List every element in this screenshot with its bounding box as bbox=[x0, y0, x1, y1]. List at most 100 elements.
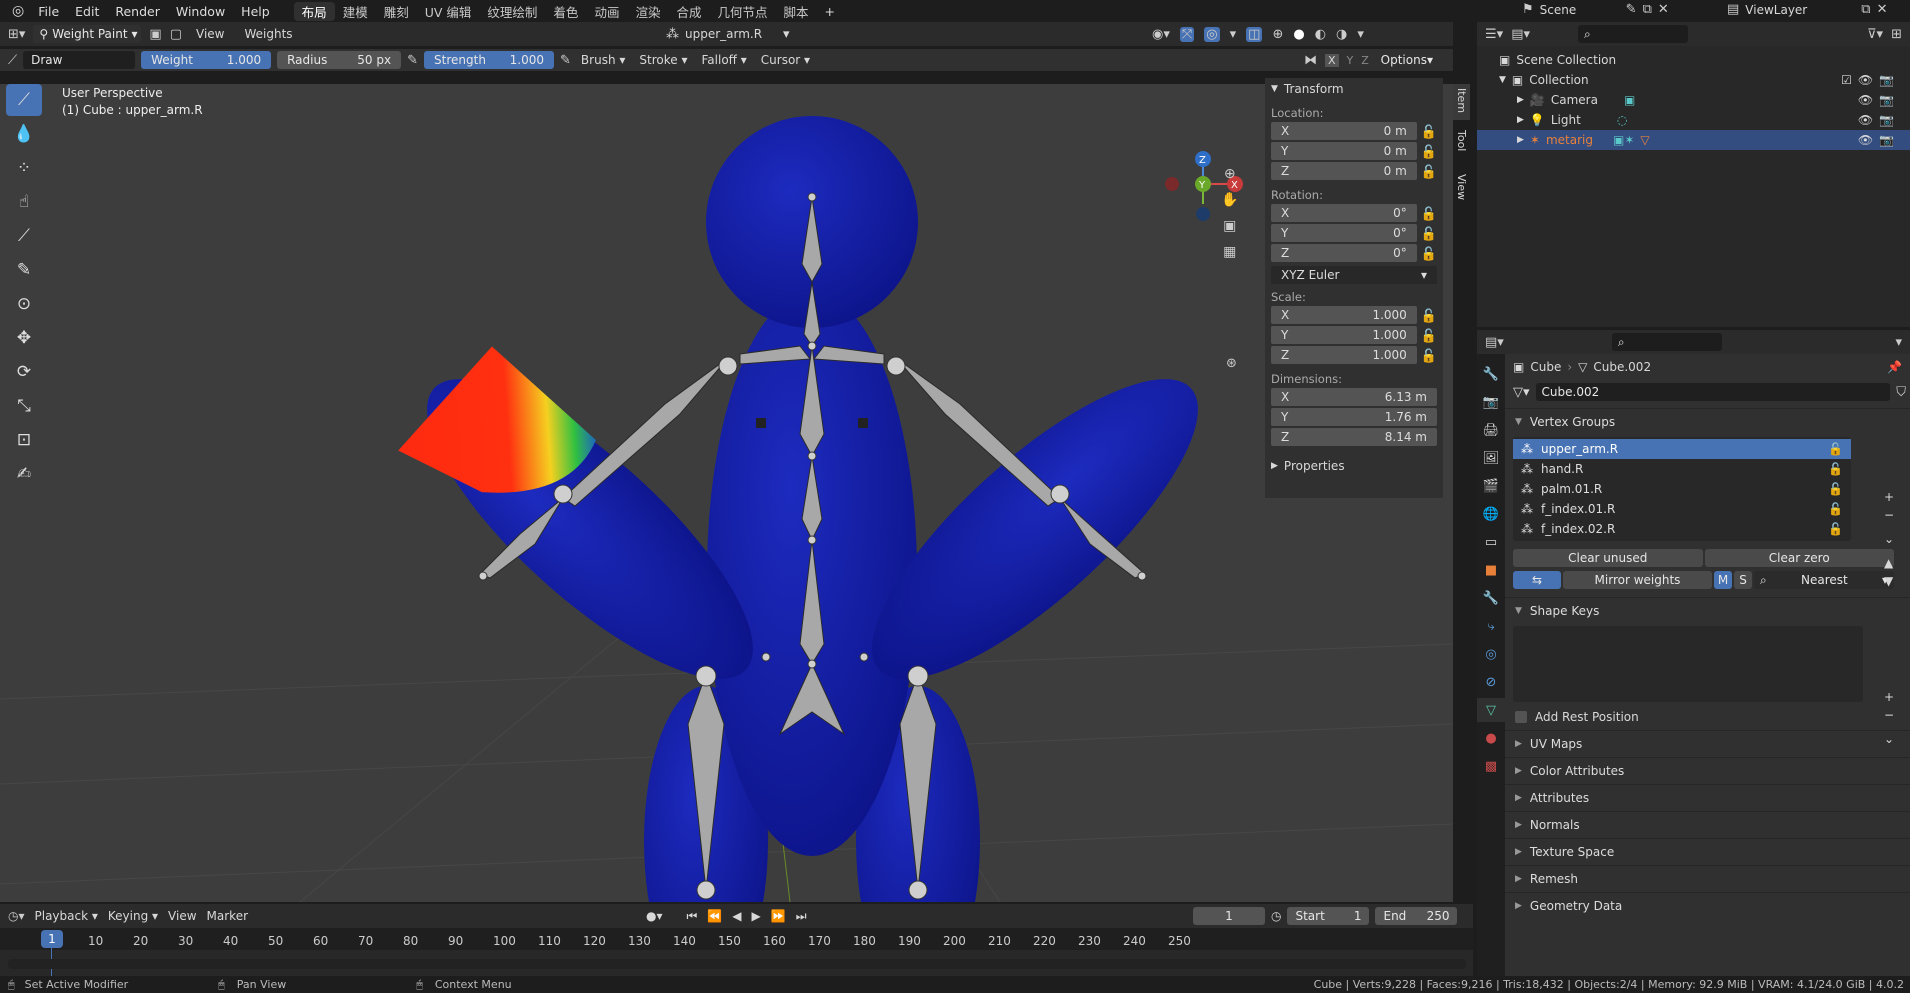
play-reverse-icon[interactable]: ◀ bbox=[732, 909, 741, 923]
chevron-down-icon[interactable]: ▾ bbox=[1895, 335, 1902, 350]
blender-logo-icon[interactable]: ◎ bbox=[6, 3, 30, 19]
scene-name[interactable]: Scene bbox=[1540, 3, 1620, 17]
menu-view[interactable]: View bbox=[190, 27, 230, 41]
pin-icon[interactable]: ✎ bbox=[1626, 2, 1637, 17]
geometry-data-section[interactable]: ▶ Geometry Data bbox=[1505, 892, 1910, 919]
tool-tab-icon[interactable]: 🔧 bbox=[1479, 362, 1503, 386]
display-mode-icon[interactable]: ▤▾ bbox=[1511, 27, 1530, 42]
tab-rendering[interactable]: 渲染 bbox=[627, 2, 668, 21]
lock-icon[interactable]: 🔓 bbox=[1421, 227, 1437, 242]
scene-icon[interactable]: ⚑ bbox=[1522, 2, 1534, 17]
constraints-tab-icon[interactable]: ⊘ bbox=[1479, 670, 1503, 694]
output-tab-icon[interactable]: 🖨 bbox=[1479, 418, 1503, 442]
outliner-metarig[interactable]: ▶ ✶ metarig ▣✶ ▽ 👁📷 bbox=[1477, 130, 1910, 150]
chevron-right-icon[interactable]: ▶ bbox=[1517, 135, 1524, 145]
timeline-editor-icon[interactable]: ◷▾ bbox=[8, 909, 25, 923]
draw-tool-icon[interactable]: ⟋ bbox=[6, 84, 42, 116]
blur-tool-icon[interactable]: 💧 bbox=[6, 118, 42, 150]
armature-data-icon[interactable]: ▣✶ bbox=[1613, 133, 1634, 147]
add-shape-key-icon[interactable]: + bbox=[1884, 690, 1894, 704]
color-attributes-section[interactable]: ▶ Color Attributes bbox=[1505, 757, 1910, 784]
mode-dropdown[interactable]: ⚲ Weight Paint ▾ bbox=[33, 25, 142, 43]
menu-help[interactable]: Help bbox=[233, 4, 278, 19]
physics-tab-icon[interactable]: ◎ bbox=[1479, 642, 1503, 666]
view-layer-name[interactable]: ViewLayer bbox=[1745, 3, 1855, 17]
camera-data-icon[interactable]: ▣ bbox=[1624, 93, 1635, 107]
remesh-section[interactable]: ▶ Remesh bbox=[1505, 865, 1910, 892]
rotate-tool-icon[interactable]: ⟳ bbox=[6, 356, 42, 388]
scale-y-field[interactable]: Y 1.000 bbox=[1271, 326, 1417, 344]
dimensions-x-field[interactable]: X 6.13 m bbox=[1271, 388, 1437, 406]
radius-field[interactable]: Radius 50 px bbox=[277, 51, 402, 69]
average-tool-icon[interactable]: ⁘ bbox=[6, 152, 42, 184]
lock-icon[interactable]: 🔓 bbox=[1421, 329, 1437, 344]
add-workspace-icon[interactable]: + bbox=[817, 4, 843, 19]
scene-tab-icon[interactable]: 🎬 bbox=[1479, 474, 1503, 498]
rotation-x-field[interactable]: X 0° bbox=[1271, 204, 1417, 222]
tab-tool[interactable]: Tool bbox=[1453, 126, 1470, 164]
mesh-data-browse-icon[interactable]: ▽▾ bbox=[1513, 385, 1530, 400]
tab-shading[interactable]: 着色 bbox=[545, 2, 586, 21]
pressure-icon[interactable]: ✎ bbox=[560, 53, 571, 68]
outliner-light[interactable]: ▶ 💡 Light ◌ 👁📷 bbox=[1477, 110, 1910, 130]
shape-key-list[interactable] bbox=[1513, 626, 1863, 702]
lock-icon[interactable]: 🔓 bbox=[1828, 482, 1843, 496]
vertex-group-item[interactable]: ⁂ hand.R 🔓 bbox=[1513, 459, 1851, 479]
breadcrumb-object[interactable]: Cube bbox=[1530, 360, 1561, 374]
lock-icon[interactable]: 🔓 bbox=[1421, 309, 1437, 324]
wireframe-shading-icon[interactable]: ⊕ bbox=[1272, 27, 1283, 42]
rotation-z-field[interactable]: Z 0° bbox=[1271, 244, 1417, 262]
smear-tool-icon[interactable]: ☝ bbox=[6, 186, 42, 218]
chevron-right-icon[interactable]: ▶ bbox=[1517, 115, 1524, 125]
clear-unused-button[interactable]: Clear unused bbox=[1513, 549, 1703, 567]
mirror-s-toggle[interactable]: S bbox=[1734, 571, 1752, 589]
vertex-groups-header[interactable]: ▼ Vertex Groups bbox=[1505, 408, 1910, 435]
timeline-marker-menu[interactable]: Marker bbox=[207, 909, 248, 923]
tab-modeling[interactable]: 建模 bbox=[335, 2, 376, 21]
rotation-mode-dropdown[interactable]: XYZ Euler ▾ bbox=[1271, 266, 1437, 284]
location-z-field[interactable]: Z 0 m bbox=[1271, 162, 1417, 180]
tab-sculpting[interactable]: 雕刻 bbox=[376, 2, 417, 21]
visibility-icon[interactable]: ◉▾ bbox=[1152, 27, 1170, 42]
overlay-icon[interactable]: ◎ bbox=[1204, 26, 1220, 42]
transform-panel-title[interactable]: Transform bbox=[1284, 82, 1344, 96]
3d-viewport[interactable]: Z X Y User Perspective (1) Cube : upper_… bbox=[0, 84, 1453, 902]
outliner-editor-icon[interactable]: ☰▾ bbox=[1485, 27, 1503, 42]
mirror-m-toggle[interactable]: M bbox=[1714, 571, 1732, 589]
keying-menu[interactable]: Keying ▾ bbox=[108, 909, 158, 923]
world-tab-icon[interactable]: 🌐 bbox=[1479, 502, 1503, 526]
remove-scene-icon[interactable]: ✕ bbox=[1658, 2, 1669, 17]
normals-section[interactable]: ▶ Normals bbox=[1505, 811, 1910, 838]
view-layer-icon[interactable]: ▤ bbox=[1727, 2, 1739, 17]
lock-icon[interactable]: 🔓 bbox=[1421, 165, 1437, 180]
cursor-menu[interactable]: Cursor ▾ bbox=[757, 53, 814, 67]
tab-item[interactable]: Item bbox=[1453, 84, 1470, 120]
record-icon[interactable]: ●▾ bbox=[646, 909, 663, 923]
visibility-toggles[interactable]: 👁📷 bbox=[1858, 113, 1900, 127]
remove-shape-key-icon[interactable]: − bbox=[1884, 708, 1894, 722]
lock-icon[interactable]: 🔓 bbox=[1828, 442, 1843, 456]
tab-compositing[interactable]: 合成 bbox=[668, 2, 709, 21]
menu-file[interactable]: File bbox=[30, 4, 67, 19]
weight-slider[interactable]: Weight 1.000 bbox=[141, 51, 272, 69]
prev-keyframe-icon[interactable]: ⏪ bbox=[707, 909, 722, 923]
chevron-down-icon[interactable]: ▾ bbox=[1230, 27, 1237, 42]
texture-space-section[interactable]: ▶ Texture Space bbox=[1505, 838, 1910, 865]
add-rest-position-checkbox[interactable]: Add Rest Position bbox=[1505, 704, 1910, 730]
ortho-grid-icon[interactable]: ▦ bbox=[1221, 244, 1238, 260]
camera-view-icon[interactable]: ▣ bbox=[1221, 218, 1238, 234]
current-frame-field[interactable]: 1 bbox=[1193, 907, 1265, 925]
collection-tab-icon[interactable]: ▭ bbox=[1479, 530, 1503, 554]
move-up-icon[interactable]: ▲ bbox=[1884, 556, 1894, 570]
tab-scripting[interactable]: 脚本 bbox=[776, 2, 817, 21]
chevron-down-icon[interactable]: ⌄ bbox=[1884, 532, 1894, 546]
new-scene-icon[interactable]: ⧉ bbox=[1643, 2, 1652, 17]
scale-x-field[interactable]: X 1.000 bbox=[1271, 306, 1417, 324]
properties-panel-title[interactable]: Properties bbox=[1284, 459, 1345, 473]
xray-icon[interactable]: ◫ bbox=[1246, 26, 1263, 42]
menu-window[interactable]: Window bbox=[168, 4, 233, 19]
remove-vertex-group-icon[interactable]: − bbox=[1884, 508, 1894, 522]
breadcrumb-mesh[interactable]: Cube.002 bbox=[1593, 360, 1651, 374]
cursor-tool-icon[interactable]: ⊙ bbox=[6, 288, 42, 320]
lock-icon[interactable]: 🔓 bbox=[1421, 125, 1437, 140]
